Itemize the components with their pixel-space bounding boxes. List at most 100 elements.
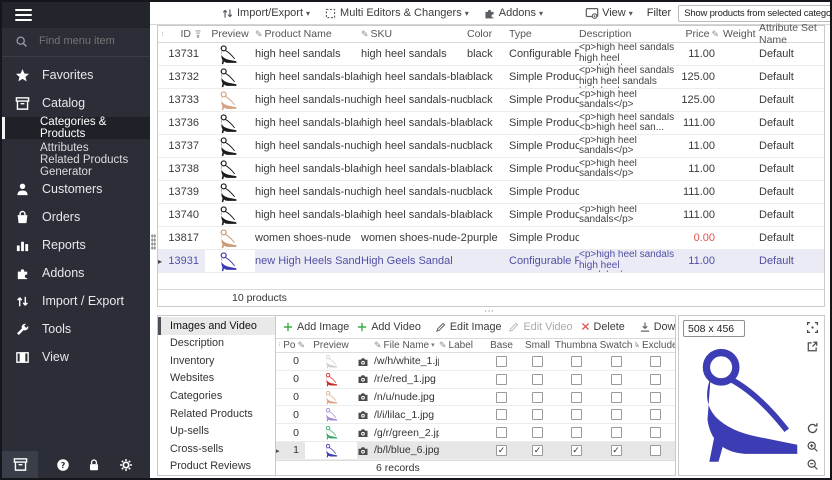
column-header-preview[interactable]: Preview [205, 28, 255, 40]
sidebar-item-view[interactable]: View [2, 343, 150, 371]
delete-image-button[interactable]: Delete [580, 321, 625, 333]
media-row[interactable]: ▸ 0 /l/i/lilac_1.jpg [276, 406, 675, 424]
add-image-button[interactable]: Add Image [282, 321, 349, 333]
small-checkbox[interactable] [532, 409, 543, 420]
column-header-label[interactable]: ✎Label [439, 340, 483, 351]
column-header-price[interactable]: Price✎ [679, 28, 723, 40]
sidebar-item-related-products-generator[interactable]: Related Products Generator [2, 157, 150, 175]
product-row[interactable]: ▸ 13733 high heel sandals-nude high heel… [158, 89, 824, 112]
small-checkbox[interactable] [532, 374, 543, 385]
help-icon[interactable] [56, 458, 70, 472]
tab-websites[interactable]: Websites [158, 370, 275, 388]
sidebar-item-addons[interactable]: Addons [2, 259, 150, 287]
base-checkbox[interactable] [496, 409, 507, 420]
small-checkbox[interactable] [532, 445, 543, 456]
thumbnail-checkbox[interactable] [571, 356, 582, 367]
product-row[interactable]: ▸ 13738 high heel sandals-black-37 high … [158, 158, 824, 181]
tab-up-sells[interactable]: Up-sells [158, 422, 275, 440]
media-row[interactable]: ▸ 0 /r/e/red_1.jpg [276, 371, 675, 389]
sidebar-item-import-export[interactable]: Import / Export [2, 287, 150, 315]
rotate-icon[interactable] [806, 422, 819, 435]
column-header-file-name[interactable]: ✎File Name▾ [374, 340, 439, 351]
tab-product-reviews[interactable]: Product Reviews [158, 458, 275, 476]
small-checkbox[interactable] [532, 356, 543, 367]
column-header-color[interactable]: Color [467, 28, 509, 40]
external-link-icon[interactable] [806, 340, 819, 353]
menu-search-input[interactable] [37, 34, 137, 48]
addons-button[interactable]: Addons▾ [483, 7, 543, 20]
sidebar-item-reports[interactable]: Reports [2, 231, 150, 259]
zoom-in-icon[interactable] [806, 440, 819, 453]
product-row[interactable]: ▸ 13732 high heel sandals-black high hee… [158, 66, 824, 89]
product-row[interactable]: ▸ 13737 high heel sandals-nude-36 high h… [158, 135, 824, 158]
small-checkbox[interactable] [532, 427, 543, 438]
menu-icon[interactable] [15, 6, 32, 24]
exclude-checkbox[interactable] [650, 392, 661, 403]
swatch-checkbox[interactable] [611, 445, 622, 456]
exclude-checkbox[interactable] [650, 374, 661, 385]
exclude-checkbox[interactable] [650, 356, 661, 367]
thumbnail-checkbox[interactable] [571, 445, 582, 456]
media-row[interactable]: ▸ 0 /g/r/green_2.jpg [276, 424, 675, 442]
view-button[interactable]: View▾ [585, 6, 633, 20]
app-drawer-button[interactable] [2, 451, 38, 478]
sidebar-resize-handle[interactable] [151, 234, 156, 250]
column-header-sku[interactable]: ✎SKU [361, 28, 467, 40]
thumbnail-checkbox[interactable] [571, 392, 582, 403]
column-header-weight[interactable]: Weight [723, 28, 759, 40]
media-row[interactable]: ▸ 1 /b/l/blue_6.jpg [276, 442, 675, 460]
tab-related-products[interactable]: Related Products [158, 405, 275, 423]
base-checkbox[interactable] [496, 392, 507, 403]
column-header-exclude[interactable]: ✎Exclude [635, 340, 675, 351]
sidebar-item-catalog[interactable]: Catalog [2, 89, 150, 117]
image-size-input[interactable] [683, 320, 745, 337]
fullscreen-icon[interactable] [806, 321, 819, 334]
thumbnail-checkbox[interactable] [571, 409, 582, 420]
sidebar-item-favorites[interactable]: Favorites [2, 61, 150, 89]
swatch-checkbox[interactable] [611, 374, 622, 385]
product-row[interactable]: ▸ 13731 high heel sandals high heel sand… [158, 43, 824, 66]
download-image-button[interactable]: Download Image [639, 321, 675, 333]
exclude-checkbox[interactable] [650, 409, 661, 420]
tab-cross-sells[interactable]: Cross-sells [158, 440, 275, 458]
lock-icon[interactable] [87, 458, 101, 472]
exclude-checkbox[interactable] [650, 427, 661, 438]
settings-gear-icon[interactable] [119, 458, 133, 472]
column-header-thumbnail[interactable]: Thumbna [555, 340, 597, 351]
media-row[interactable]: ▸ 0 /w/h/white_1.jpg [276, 353, 675, 371]
column-header-type[interactable]: Type [509, 28, 579, 40]
import-export-button[interactable]: Import/Export▾ [221, 7, 310, 20]
sidebar-item-orders[interactable]: Orders [2, 203, 150, 231]
tab-categories[interactable]: Categories [158, 387, 275, 405]
product-row[interactable]: ▸ 13740 high heel sandals-black-38 high … [158, 204, 824, 227]
zoom-out-icon[interactable] [806, 458, 819, 471]
thumbnail-checkbox[interactable] [571, 427, 582, 438]
tab-inventory[interactable]: Inventory [158, 352, 275, 370]
sidebar-item-categories-products[interactable]: Categories & Products [2, 117, 150, 139]
column-header-description[interactable]: Description [579, 28, 679, 40]
product-row[interactable]: ▸ 13817 women shoes-nude women shoes-nud… [158, 227, 824, 250]
small-checkbox[interactable] [532, 392, 543, 403]
swatch-checkbox[interactable] [611, 409, 622, 420]
base-checkbox[interactable] [496, 356, 507, 367]
product-row[interactable]: ▸ 13736 high heel sandals-black-36 high … [158, 112, 824, 135]
exclude-checkbox[interactable] [650, 445, 661, 456]
column-header-preview[interactable]: Preview [305, 340, 357, 351]
column-header-position[interactable]: Po✎ [283, 340, 305, 351]
tab-description[interactable]: Description [158, 335, 275, 353]
swatch-checkbox[interactable] [611, 392, 622, 403]
add-video-button[interactable]: Add Video [356, 321, 421, 333]
media-row[interactable]: ▸ 0 /n/u/nude.jpg [276, 389, 675, 407]
product-row[interactable]: ▸ 13739 high heel sandals-nude-37 high h… [158, 181, 824, 204]
edit-image-button[interactable]: Edit Image [435, 321, 502, 333]
column-header-base[interactable]: Base [483, 340, 520, 351]
column-header-id[interactable]: ID [167, 28, 205, 40]
multi-editors-button[interactable]: Multi Editors & Changers▾ [324, 7, 469, 20]
sidebar-item-customers[interactable]: Customers [2, 175, 150, 203]
column-header-name[interactable]: ✎Product Name [255, 28, 361, 40]
column-header-small[interactable]: Small [520, 340, 555, 351]
sidebar-item-tools[interactable]: Tools [2, 315, 150, 343]
column-header-swatch[interactable]: Swatch [597, 340, 635, 351]
tab-images-and-video[interactable]: Images and Video [158, 317, 275, 335]
horizontal-splitter[interactable]: ⋯ [150, 307, 830, 315]
